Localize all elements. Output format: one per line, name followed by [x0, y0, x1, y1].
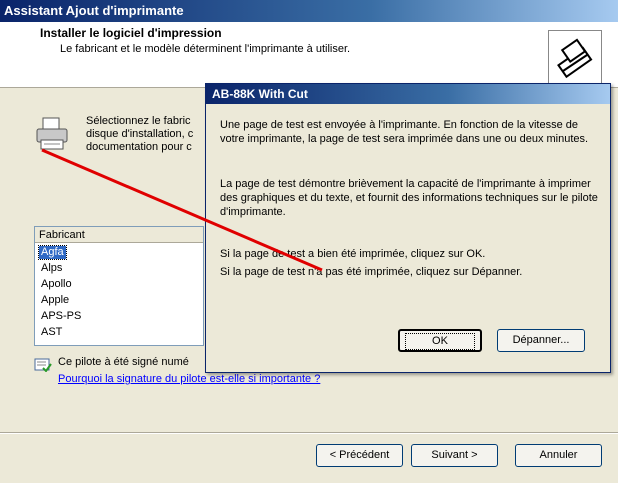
manufacturer-item[interactable]: Apollo — [39, 278, 74, 291]
signed-driver-icon — [34, 356, 52, 375]
header-title: Installer le logiciel d'impression — [40, 26, 222, 40]
intro-instructions: Sélectionnez le fabric disque d'installa… — [86, 115, 194, 153]
manufacturer-column-header[interactable]: Fabricant — [35, 227, 203, 243]
manufacturer-list[interactable]: Fabricant Agfa Alps Apollo Apple APS-PS … — [34, 226, 204, 346]
ok-button-label: OK — [405, 333, 475, 350]
test-page-sent-text: Une page de test est envoyée à l'imprima… — [220, 119, 589, 145]
printer-wizard-logo-icon — [548, 30, 602, 84]
driver-signing-link[interactable]: Pourquoi la signature du pilote est-elle… — [58, 373, 320, 385]
back-button[interactable]: < Précédent — [316, 444, 403, 467]
manufacturer-item[interactable]: Alps — [39, 262, 64, 275]
ok-button[interactable]: OK — [398, 329, 482, 352]
signed-driver-text: Ce pilote à été signé numé — [58, 356, 189, 368]
troubleshoot-instruction-text: Si la page de test n'a pas été imprimée,… — [220, 266, 523, 278]
ok-instruction-text: Si la page de test a bien été imprimée, … — [220, 248, 486, 260]
dialog-title-bar[interactable]: AB-88K With Cut — [206, 84, 610, 104]
test-page-dialog: AB-88K With Cut Une page de test est env… — [205, 83, 611, 373]
manufacturer-item[interactable]: APS-PS — [39, 310, 83, 323]
printer-icon — [34, 116, 70, 155]
footer-divider — [0, 432, 618, 434]
troubleshoot-button[interactable]: Dépanner... — [497, 329, 585, 352]
manufacturer-item[interactable]: AST — [39, 326, 64, 339]
wizard-title-bar[interactable]: Assistant Ajout d'imprimante — [0, 0, 618, 22]
test-page-description-text: La page de test démontre brièvement la c… — [220, 178, 598, 218]
header-subtitle: Le fabricant et le modèle déterminent l'… — [60, 43, 351, 55]
cancel-button[interactable]: Annuler — [515, 444, 602, 467]
next-button[interactable]: Suivant > — [411, 444, 498, 467]
manufacturer-item[interactable]: Apple — [39, 294, 71, 307]
manufacturer-item[interactable]: Agfa — [38, 245, 67, 260]
